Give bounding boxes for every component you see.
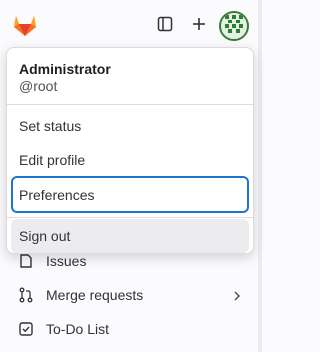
user-handle: @root <box>19 78 58 94</box>
chevron-right-icon <box>232 289 242 305</box>
preferences-menu-item[interactable]: Preferences <box>11 176 249 213</box>
sign-out-menu-item[interactable]: Sign out <box>11 219 249 253</box>
menu-item-label: Edit profile <box>19 152 86 168</box>
plus-icon <box>191 16 207 37</box>
edit-profile-menu-item[interactable]: Edit profile <box>11 143 249 177</box>
sidebar-toggle-button[interactable] <box>152 13 178 39</box>
panel-edge <box>258 0 262 352</box>
menu-divider <box>7 104 253 105</box>
merge-request-icon <box>18 287 34 303</box>
sidebar-item-label: Issues <box>46 253 87 269</box>
user-menu-dropdown: Administrator @root Set status Edit prof… <box>6 47 254 254</box>
sidebar-item-label: Merge requests <box>46 287 144 303</box>
todo-icon <box>18 321 34 337</box>
sidebar-item-label: To-Do List <box>46 321 110 337</box>
sidebar-nav: Issues Merge requests To-Do List <box>0 244 258 346</box>
create-new-button[interactable] <box>186 13 212 39</box>
user-profile-link[interactable]: Administrator @root <box>7 48 253 104</box>
top-bar <box>0 0 262 52</box>
sidebar-item-merge-requests[interactable]: Merge requests <box>0 278 258 312</box>
menu-item-label: Sign out <box>19 228 71 244</box>
set-status-menu-item[interactable]: Set status <box>11 109 249 143</box>
menu-item-label: Preferences <box>19 186 95 203</box>
user-avatar-button[interactable] <box>219 11 249 41</box>
menu-divider <box>7 217 253 218</box>
menu-item-label: Set status <box>19 118 82 134</box>
user-name: Administrator <box>19 61 111 77</box>
avatar-icon <box>222 13 246 39</box>
sidebar-item-todo-list[interactable]: To-Do List <box>0 312 258 346</box>
gitlab-logo-icon[interactable] <box>10 10 40 40</box>
sidebar-icon <box>157 16 173 37</box>
issues-icon <box>18 253 34 269</box>
